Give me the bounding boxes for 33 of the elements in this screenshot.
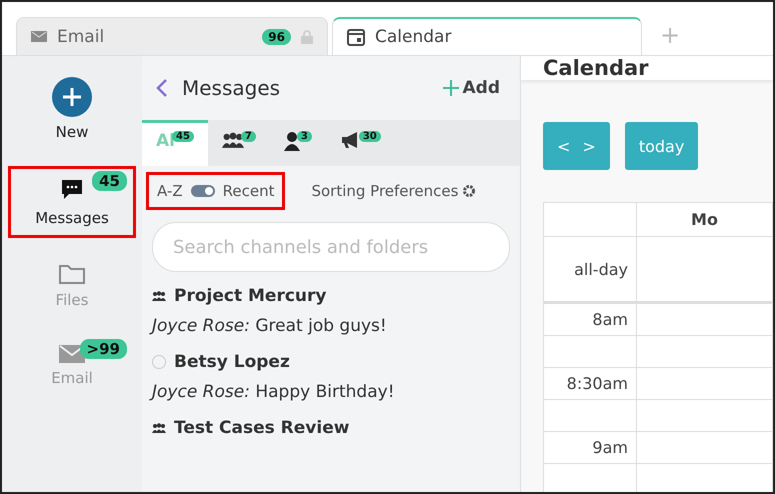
conversation-item[interactable]: Project Mercury Joyce Rose: Great job guys!	[142, 286, 520, 352]
conversation-item[interactable]: Test Cases Review	[142, 418, 520, 454]
time-label: 8:30am	[544, 368, 637, 400]
filter-tab[interactable]: 30	[326, 120, 395, 166]
conversation-item[interactable]: Betsy Lopez Joyce Rose: Happy Birthday!	[142, 352, 520, 418]
filter-tab[interactable]: 3	[270, 120, 326, 166]
sort-toggle[interactable]: A-Z Recent	[146, 172, 286, 210]
time-label: 9am	[544, 432, 637, 464]
conversation-name: Project Mercury	[174, 286, 326, 306]
unread-badge: 45	[92, 171, 127, 191]
sidebar-item[interactable]: Email >99	[8, 334, 136, 398]
time-label: 8am	[544, 304, 637, 336]
calendar-title: Calendar	[521, 56, 773, 80]
conversation-name: Test Cases Review	[174, 418, 350, 438]
count-badge: 3	[296, 131, 312, 142]
search-field[interactable]: Search channels and folders	[152, 222, 510, 272]
toggle-label: Recent	[222, 182, 274, 200]
sidebar-item[interactable]: New	[8, 66, 136, 152]
sidebar-item[interactable]: Messages 45	[8, 166, 136, 238]
count-badge: 30	[358, 131, 381, 142]
day-header: Mo	[637, 203, 773, 237]
unread-badge: >99	[80, 339, 127, 359]
panel-title: Messages	[182, 76, 280, 100]
count-badge: 7	[240, 131, 256, 142]
conversation-name: Betsy Lopez	[174, 352, 290, 372]
browser-tab[interactable]: Calendar	[332, 17, 642, 55]
filter-tab[interactable]: 7	[208, 120, 270, 166]
browser-tab[interactable]: Email 96	[16, 17, 328, 55]
time-label: all-day	[544, 237, 637, 304]
add-button[interactable]: Add	[436, 77, 506, 99]
toggle-label: A-Z	[157, 182, 183, 200]
sorting-preferences-button[interactable]: Sorting Preferences	[305, 181, 482, 201]
unread-badge: 96	[262, 28, 291, 44]
